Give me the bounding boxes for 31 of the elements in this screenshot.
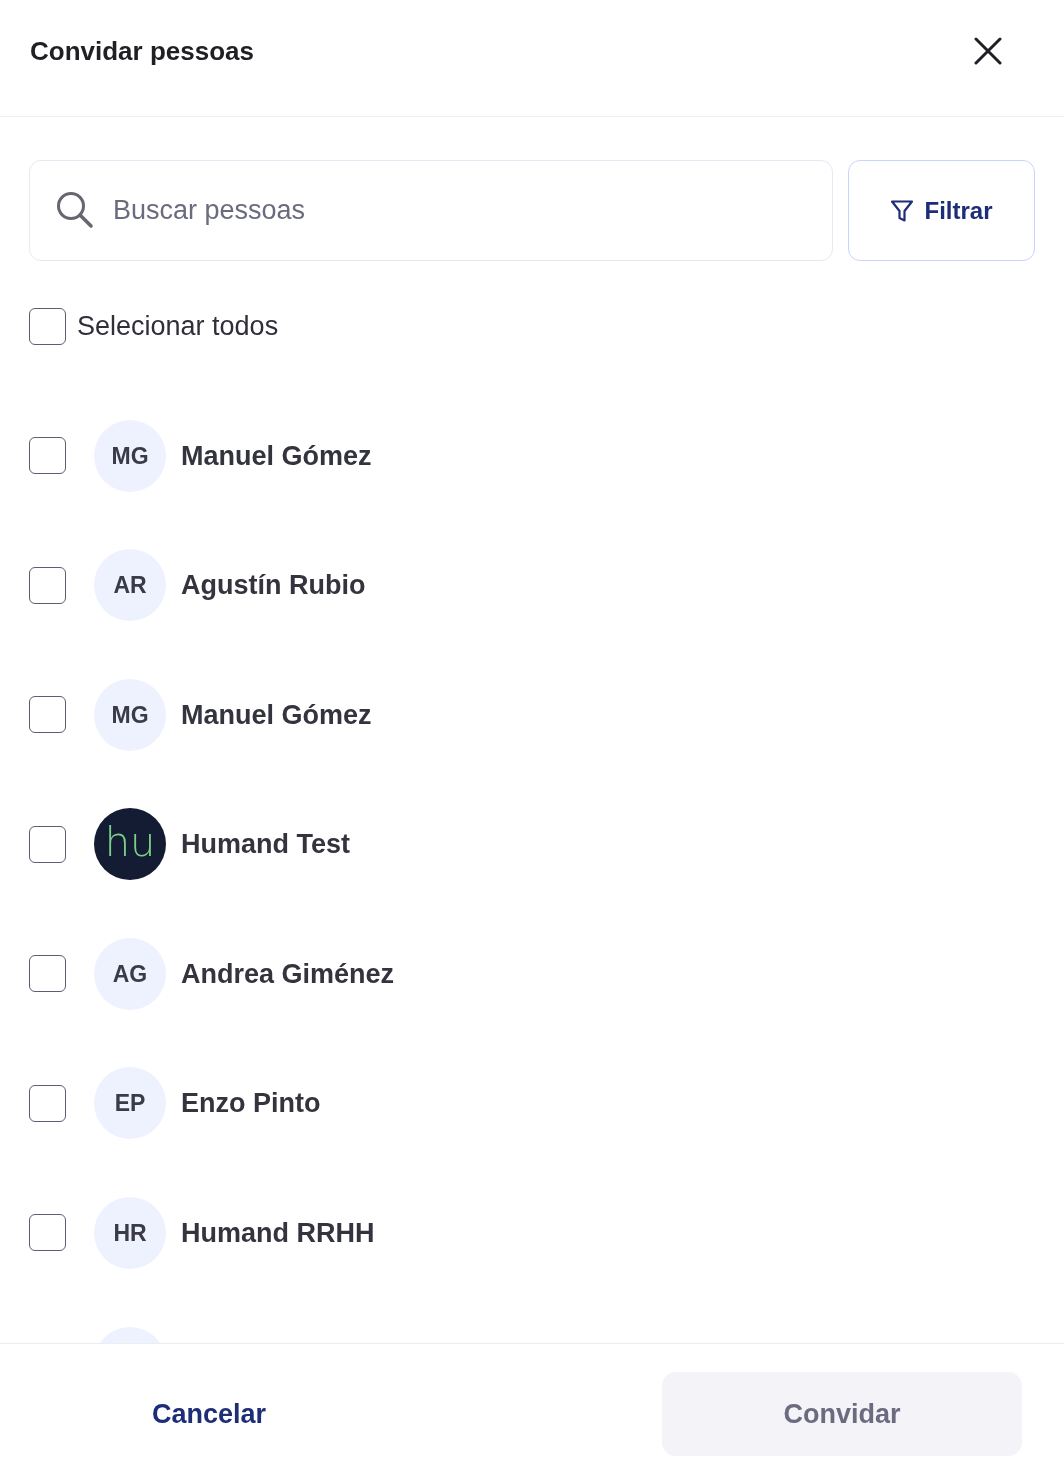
- checkbox[interactable]: [29, 696, 66, 734]
- avatar-initials: AG: [94, 937, 166, 1010]
- close-icon: [974, 37, 1002, 65]
- checkbox[interactable]: [29, 955, 66, 993]
- checkbox[interactable]: [29, 1214, 66, 1252]
- checkbox[interactable]: [29, 566, 66, 604]
- search-field[interactable]: Buscar pessoas: [29, 160, 833, 261]
- avatar-initials: MG: [94, 419, 166, 492]
- person-name: Humand RRHH: [181, 1216, 375, 1250]
- avatar-initials: AR: [94, 549, 166, 622]
- logo-avatar: hu: [94, 808, 166, 881]
- checkbox[interactable]: [29, 437, 66, 475]
- avatar-initials: HR: [94, 1196, 166, 1269]
- avatar-initials: MG: [94, 678, 166, 751]
- person-name: Enzo Pinto: [181, 1087, 321, 1120]
- filter-button[interactable]: Filtrar: [848, 160, 1035, 261]
- search-icon: [56, 191, 94, 229]
- checkbox[interactable]: [29, 307, 66, 345]
- person-name: Manuel Gómez: [181, 439, 372, 473]
- person-name: Humand Test: [181, 828, 350, 861]
- checkbox[interactable]: [29, 1084, 66, 1122]
- close-button[interactable]: [974, 37, 1002, 65]
- cancel-button[interactable]: Cancelar: [42, 1372, 376, 1456]
- select-all-label[interactable]: Selecionar todos: [77, 305, 279, 347]
- funnel-icon: [890, 198, 915, 223]
- checkbox[interactable]: [29, 825, 66, 863]
- person-name: Agustín Rubio: [181, 569, 366, 602]
- dialog-title: Convidar pessoas: [30, 34, 254, 68]
- avatar-initials: EP: [94, 1067, 166, 1140]
- person-name: Andrea Giménez: [181, 957, 395, 991]
- person-name: Manuel Gómez: [181, 698, 372, 732]
